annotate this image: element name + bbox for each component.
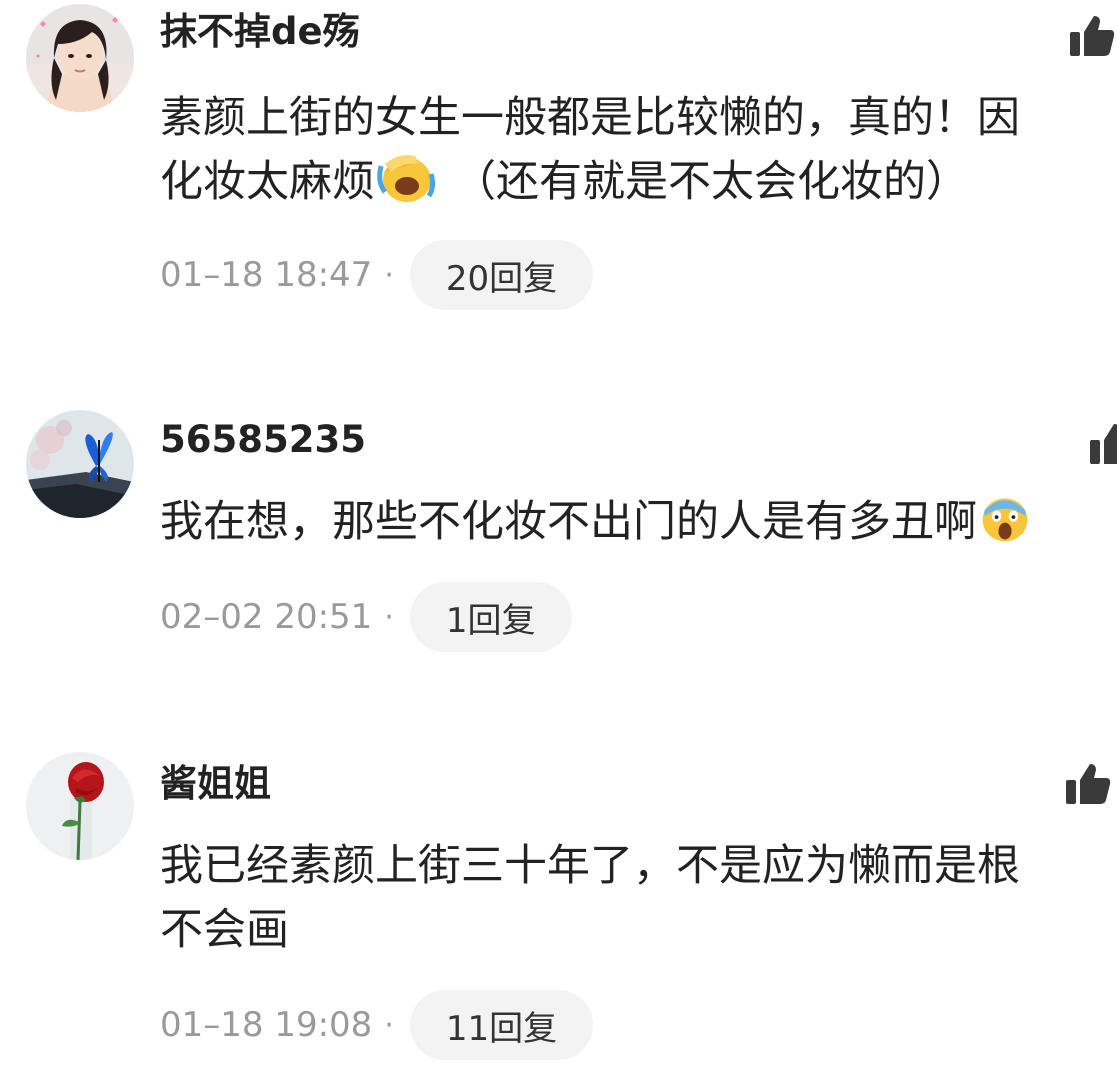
- reply-count-button[interactable]: 1回复: [409, 582, 572, 652]
- comment-line: 化妆太麻烦 （还有就是不太会化妆的）: [160, 150, 1117, 214]
- reply-count-button[interactable]: 20回复: [409, 240, 594, 310]
- comment-line-text: 素颜上街的女生一般都是比较懒的，真的！因: [160, 93, 1020, 143]
- girl-avatar-icon: [26, 4, 134, 112]
- comment-line-text: 我在想，那些不化妆不出门的人是有多丑啊: [160, 497, 977, 547]
- comment-line-text: （还有就是不太会化妆的）: [453, 157, 969, 207]
- timestamp: 02–02 20:51: [160, 597, 373, 637]
- comment-line-text: 化妆太麻烦: [160, 157, 375, 207]
- rose-avatar-icon: [26, 752, 134, 860]
- avatar[interactable]: [26, 752, 134, 860]
- separator-dot: ·: [384, 257, 394, 293]
- comment-text: 我在想，那些不化妆不出门的人是有多丑啊: [160, 490, 1117, 554]
- separator-dot: ·: [384, 1007, 394, 1043]
- comment-line: 我在想，那些不化妆不出门的人是有多丑啊: [160, 490, 1117, 554]
- butterfly-avatar-icon: [26, 410, 134, 518]
- comment-line-text: 不会画: [160, 905, 289, 955]
- comment-text: 素颜上街的女生一般都是比较懒的，真的！因 化妆太麻烦 （还有就是不太会化妆的）: [160, 86, 1117, 214]
- reply-count-button[interactable]: 11回复: [409, 990, 594, 1060]
- timestamp: 01–18 18:47: [160, 255, 373, 295]
- comment-line: 我已经素颜上街三十年了，不是应为懒而是根: [160, 834, 1117, 898]
- comment-meta: 01–18 18:47 · 20回复: [160, 240, 594, 310]
- timestamp: 01–18 19:08: [160, 1005, 373, 1045]
- comment-line-text: 我已经素颜上街三十年了，不是应为懒而是根: [160, 841, 1020, 891]
- comment-line: 素颜上街的女生一般都是比较懒的，真的！因: [160, 86, 1117, 150]
- username[interactable]: 56585235: [160, 418, 366, 462]
- username[interactable]: 酱姐姐: [160, 762, 271, 806]
- comment-line: 不会画: [160, 898, 1117, 962]
- comment-text: 我已经素颜上街三十年了，不是应为懒而是根 不会画: [160, 834, 1117, 962]
- avatar[interactable]: [26, 410, 134, 518]
- avatar[interactable]: [26, 4, 134, 112]
- separator-dot: ·: [384, 599, 394, 635]
- comment-meta: 02–02 20:51 · 1回复: [160, 582, 572, 652]
- username[interactable]: 抹不掉de殇: [160, 10, 360, 54]
- thumbs-up-icon[interactable]: [1068, 12, 1116, 60]
- face-palm-laughing-emoji-icon: [377, 155, 435, 202]
- comment-meta: 01–18 19:08 · 11回复: [160, 990, 594, 1060]
- screaming-face-emoji-icon: [982, 498, 1028, 542]
- thumbs-up-icon[interactable]: [1088, 420, 1117, 468]
- thumbs-up-icon[interactable]: [1064, 760, 1112, 808]
